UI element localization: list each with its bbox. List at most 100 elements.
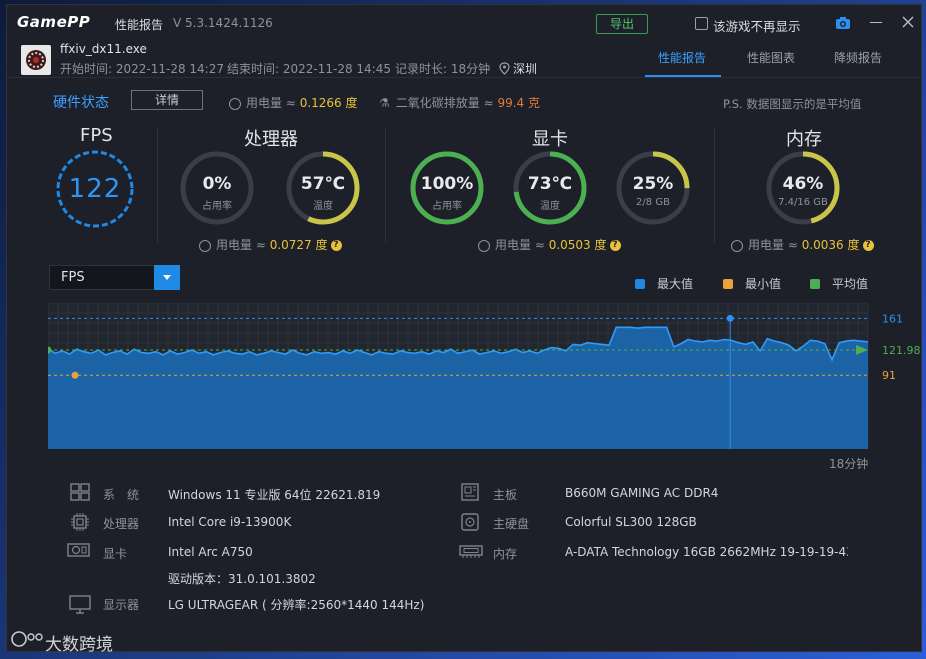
cpu-usage-gauge: 0% 占用率 bbox=[179, 150, 255, 226]
gpu-power-value: 0.0503 度 bbox=[548, 238, 607, 252]
legend-avg-swatch bbox=[810, 279, 820, 289]
power-icon bbox=[731, 239, 743, 252]
cpu-temp-label: 温度 bbox=[313, 201, 333, 212]
co2: ⚗ 二氧化碳排放量 ≈ 99.4 克 bbox=[379, 94, 540, 111]
cpu-power-label: 用电量 ≈ bbox=[216, 238, 266, 252]
window-title: 性能报告 bbox=[115, 18, 164, 32]
start-time: 开始时间: 2022-11-28 14:27 bbox=[60, 62, 224, 76]
min-marker bbox=[71, 371, 79, 379]
os-value: Windows 11 专业版 64位 22621.819 bbox=[168, 488, 381, 502]
gpu-usage-gauge: 100% 占用率 bbox=[409, 150, 485, 226]
min-label: 91 bbox=[882, 369, 896, 382]
gpu-temp-label: 温度 bbox=[540, 201, 560, 212]
gpu-icon bbox=[67, 542, 91, 562]
app-version: V 5.3.1424.1126 bbox=[173, 16, 273, 30]
co2-value: 99.4 克 bbox=[497, 96, 541, 110]
fps-gauge: 122 bbox=[54, 148, 136, 230]
mem-power-value: 0.0036 度 bbox=[801, 238, 860, 252]
gamepp-report-window: GamePP 性能报告 V 5.3.1424.1126 导出 该游戏不再显示 f… bbox=[6, 4, 922, 655]
disk-label: 主硬盘 bbox=[493, 517, 530, 531]
gpu-title: 显卡 bbox=[532, 129, 568, 150]
mem-usage-value: 46% bbox=[782, 174, 824, 194]
power-icon bbox=[229, 97, 241, 110]
cpu-title: 处理器 bbox=[244, 129, 298, 150]
cpu-value: Intel Core i9-13900K bbox=[168, 515, 292, 529]
ram-value: A-DATA Technology 16GB 2662MHz 19-19-19-… bbox=[565, 545, 848, 559]
cpu-power: 用电量 ≈ 0.0727 度? bbox=[199, 236, 342, 253]
legend-max-swatch bbox=[635, 279, 645, 289]
legend-min-swatch bbox=[723, 279, 733, 289]
divider-2 bbox=[385, 127, 386, 243]
gpu-usage-label: 占用率 bbox=[432, 201, 462, 212]
fps-title: FPS bbox=[80, 125, 113, 146]
legend-avg-label: 平均值 bbox=[832, 277, 869, 291]
watermark: 大数跨境 bbox=[45, 635, 113, 655]
total-power: 用电量 ≈ 0.1266 度 bbox=[229, 94, 358, 111]
x-end-label: 18分钟 bbox=[829, 457, 869, 471]
mem-power-label: 用电量 ≈ bbox=[748, 238, 798, 252]
export-button[interactable]: 导出 bbox=[596, 14, 648, 34]
legend-max: 最大值 bbox=[635, 275, 693, 292]
location: 深圳 bbox=[513, 62, 538, 76]
gpu-vram-value: 25% bbox=[632, 174, 674, 194]
gpu-label: 显卡 bbox=[103, 547, 128, 561]
os-label: 系 统 bbox=[103, 488, 140, 502]
fps-value: 122 bbox=[68, 174, 122, 204]
help-icon[interactable]: ? bbox=[862, 240, 874, 251]
tab-throttle-report[interactable]: 降频报告 bbox=[834, 49, 882, 66]
motherboard-icon bbox=[461, 483, 479, 505]
tab-performance-chart[interactable]: 性能图表 bbox=[747, 49, 795, 66]
camera-icon[interactable] bbox=[835, 15, 851, 34]
dont-show-label: 该游戏不再显示 bbox=[713, 19, 801, 34]
gpu-usage-value: 100% bbox=[420, 174, 474, 194]
co2-icon: ⚗ bbox=[379, 96, 390, 110]
legend-min: 最小值 bbox=[723, 275, 781, 292]
cpu-icon bbox=[71, 513, 89, 535]
divider-3 bbox=[714, 127, 715, 243]
help-icon[interactable]: ? bbox=[609, 240, 621, 251]
help-icon[interactable]: ? bbox=[330, 240, 342, 251]
chevron-down-icon[interactable] bbox=[154, 265, 180, 290]
cpu-temp-gauge: 57℃ 温度 bbox=[285, 150, 361, 226]
duration: 记录时长: 18分钟 bbox=[395, 62, 491, 76]
gpu-driver: 驱动版本：31.0.101.3802 bbox=[168, 572, 316, 586]
tab-performance-report[interactable]: 性能报告 bbox=[658, 49, 706, 66]
active-tab-indicator bbox=[645, 75, 721, 77]
exe-name: ffxiv_dx11.exe bbox=[60, 42, 147, 56]
monitor-icon bbox=[69, 595, 91, 619]
avg-label: 121.98 bbox=[882, 344, 921, 357]
ram-label: 内存 bbox=[493, 547, 518, 561]
app-logo: GamePP bbox=[17, 13, 91, 31]
power-icon bbox=[478, 239, 490, 252]
gpu-temp-gauge: 73℃ 温度 bbox=[512, 150, 588, 226]
dont-show-checkbox[interactable] bbox=[695, 17, 708, 30]
total-power-label: 用电量 ≈ bbox=[246, 96, 296, 110]
total-power-value: 0.1266 度 bbox=[299, 96, 358, 110]
details-button[interactable]: 详情 bbox=[131, 90, 203, 110]
legend-avg: 平均值 bbox=[810, 275, 868, 292]
close-button[interactable] bbox=[901, 14, 915, 33]
mem-usage-gauge: 46% 7.4/16 GB bbox=[765, 150, 841, 226]
legend-max-label: 最大值 bbox=[657, 277, 694, 291]
minimize-button[interactable] bbox=[870, 22, 882, 23]
metric-select-value: FPS bbox=[61, 270, 85, 285]
mb-label: 主板 bbox=[493, 488, 518, 502]
mem-usage-sub: 7.4/16 GB bbox=[778, 197, 828, 208]
game-icon bbox=[21, 45, 51, 75]
mem-title: 内存 bbox=[786, 129, 822, 150]
power-icon bbox=[199, 239, 211, 252]
disk-icon bbox=[461, 513, 479, 535]
cpu-usage-label: 占用率 bbox=[202, 201, 232, 212]
max-label: 161 bbox=[882, 312, 903, 325]
gpu-power: 用电量 ≈ 0.0503 度? bbox=[478, 236, 621, 253]
watermark-logo-icon bbox=[9, 629, 45, 653]
ram-icon bbox=[459, 544, 483, 563]
fps-chart: 161 121.98 91 bbox=[48, 303, 921, 449]
os-icon bbox=[70, 483, 90, 505]
average-note: P.S. 数据图显示的是平均值 bbox=[723, 97, 862, 111]
mem-power: 用电量 ≈ 0.0036 度? bbox=[731, 236, 874, 253]
gpu-vram-gauge: 25% 2/8 GB bbox=[615, 150, 691, 226]
gpu-vram-sub: 2/8 GB bbox=[636, 197, 670, 208]
header-divider bbox=[7, 77, 921, 78]
end-time: 结束时间: 2022-11-28 14:45 bbox=[227, 62, 391, 76]
